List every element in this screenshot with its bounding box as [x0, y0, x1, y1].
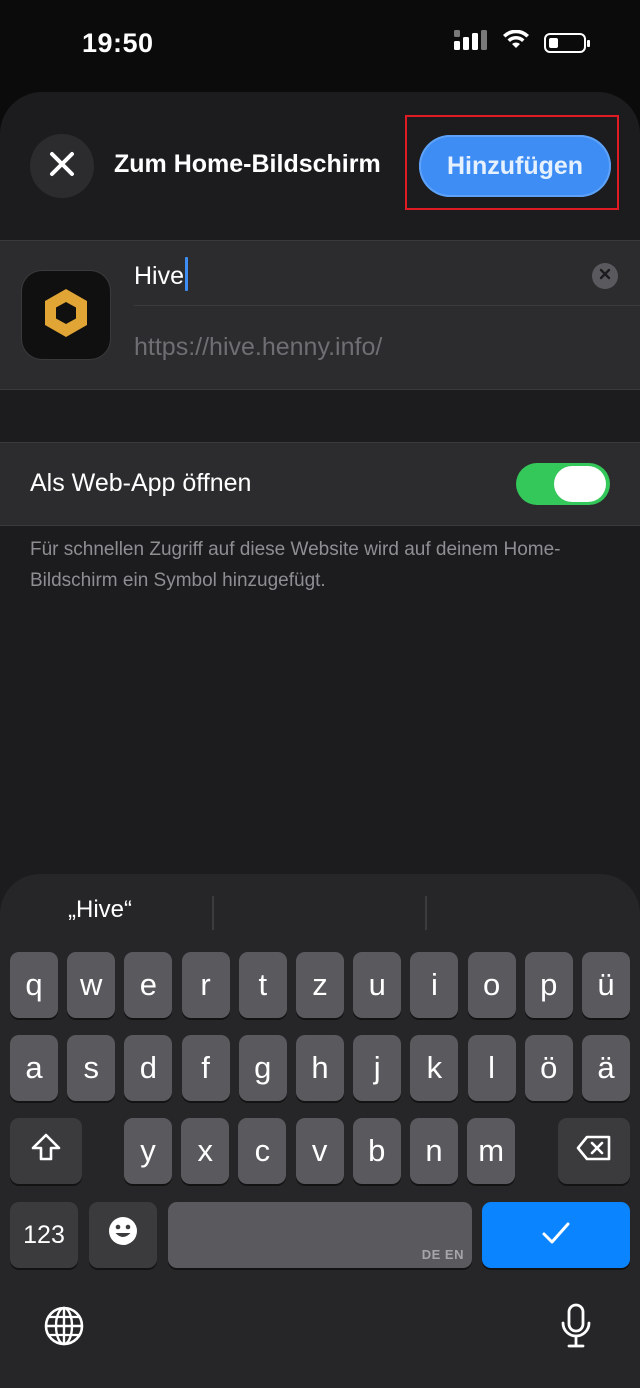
toggle-knob [554, 466, 606, 502]
letter-key[interactable]: a [10, 1035, 58, 1101]
web-app-label: Als Web-App öffnen [30, 469, 252, 497]
letter-key[interactable]: v [295, 1118, 344, 1184]
suggestion-divider [425, 896, 427, 930]
shift-icon [30, 1132, 62, 1170]
letter-key[interactable]: l [467, 1035, 516, 1101]
name-value: Hive [134, 262, 185, 290]
suggestion-divider [212, 896, 214, 930]
checkmark-icon [541, 1217, 571, 1253]
letter-key[interactable]: q [10, 952, 58, 1018]
clear-text-button[interactable] [592, 263, 618, 289]
letter-key[interactable]: i [410, 952, 459, 1018]
row-divider [134, 305, 640, 306]
letter-key[interactable]: m [467, 1118, 516, 1184]
clear-icon [599, 267, 611, 285]
letter-key[interactable]: w [67, 952, 116, 1018]
keyboard: „Hive“ qwertzuiopü asdfghjklöä yxcvbnm 1… [0, 874, 640, 1388]
letter-key[interactable]: p [524, 952, 573, 1018]
app-icon [22, 271, 110, 359]
letter-key[interactable]: f [181, 1035, 230, 1101]
globe-button[interactable] [42, 1306, 86, 1350]
screen: 19:50 Zum Home-Bildschirm Hinzufügen Hiv… [0, 0, 640, 1388]
letter-key[interactable]: ä [582, 1035, 630, 1101]
done-key[interactable] [482, 1202, 630, 1268]
emoji-icon [107, 1215, 139, 1255]
letter-key[interactable]: d [124, 1035, 173, 1101]
letter-key[interactable]: s [67, 1035, 116, 1101]
letter-key[interactable]: o [467, 952, 516, 1018]
letter-key[interactable]: u [353, 952, 402, 1018]
letter-key[interactable]: r [181, 952, 230, 1018]
add-button[interactable]: Hinzufügen [419, 135, 611, 197]
letter-key[interactable]: n [410, 1118, 458, 1184]
delete-key[interactable] [558, 1118, 630, 1184]
delete-icon [576, 1133, 612, 1169]
footnote: Für schnellen Zugriff auf diese Website … [30, 539, 561, 591]
letter-key[interactable]: j [353, 1035, 402, 1101]
status-time: 19:50 [82, 28, 154, 58]
wifi-icon [502, 29, 530, 55]
letter-key[interactable]: ü [582, 952, 630, 1018]
letter-key[interactable]: z [296, 952, 344, 1018]
globe-icon [43, 1305, 85, 1352]
battery-icon [544, 32, 590, 53]
microphone-icon [559, 1303, 593, 1354]
add-button-highlight: Hinzufügen [405, 115, 619, 210]
close-button[interactable] [30, 134, 94, 198]
status-icons [454, 29, 590, 55]
letter-key[interactable]: x [181, 1118, 230, 1184]
letter-key[interactable]: b [352, 1118, 401, 1184]
cellular-signal-icon [454, 30, 488, 55]
suggestion-item[interactable]: „Hive“ [68, 896, 132, 924]
suggestion-bar: „Hive“ [0, 888, 640, 936]
sheet-title: Zum Home-Bildschirm [114, 150, 381, 178]
shift-key[interactable] [10, 1118, 82, 1184]
letter-key[interactable]: k [410, 1035, 459, 1101]
letter-key[interactable]: y [124, 1118, 172, 1184]
status-bar: 19:50 [0, 0, 640, 90]
bookmark-group: Hive https://hive.henny.info/ [0, 240, 640, 390]
letter-key[interactable]: h [296, 1035, 344, 1101]
text-caret [185, 257, 189, 291]
letter-key[interactable]: c [238, 1118, 287, 1184]
close-icon [49, 151, 75, 182]
name-input[interactable]: Hive [134, 257, 189, 291]
hive-hexagon-logo-icon [38, 285, 94, 346]
dictation-button[interactable] [556, 1303, 596, 1354]
numbers-key[interactable]: 123 [10, 1202, 78, 1268]
web-app-toggle[interactable] [516, 463, 610, 505]
letter-key[interactable]: g [238, 1035, 287, 1101]
letter-key[interactable]: e [124, 952, 173, 1018]
letter-key[interactable]: t [238, 952, 287, 1018]
url-text: https://hive.henny.info/ [134, 333, 383, 361]
space-key[interactable]: DE EN [168, 1202, 472, 1268]
letter-key[interactable]: ö [524, 1035, 573, 1101]
space-language-label: DE EN [421, 1247, 464, 1262]
emoji-key[interactable] [89, 1202, 157, 1268]
web-app-row: Als Web-App öffnen [0, 442, 640, 526]
